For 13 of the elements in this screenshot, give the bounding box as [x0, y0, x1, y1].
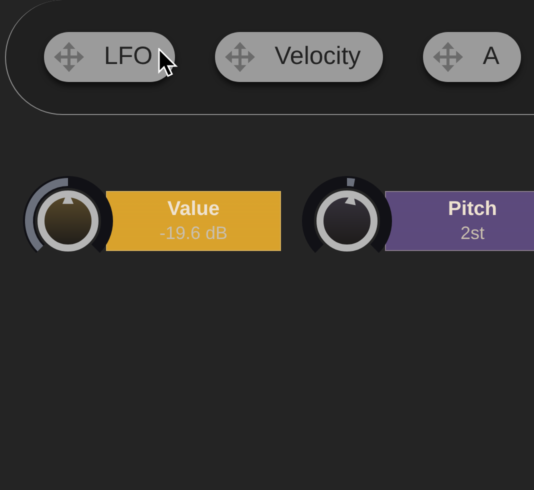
parameter-value: 2st — [460, 222, 484, 245]
modulator-chip[interactable]: Velocity — [214, 32, 383, 82]
move-icon — [432, 42, 463, 72]
knob-cap — [38, 190, 98, 252]
knob-cap — [316, 190, 378, 252]
move-icon — [54, 42, 84, 72]
modulator-chip[interactable]: A — [422, 32, 522, 82]
mouse-cursor-icon — [158, 48, 180, 78]
parameter-name: Pitch — [448, 197, 497, 222]
move-icon — [224, 42, 255, 72]
parameter-value: -19.6 dB — [159, 222, 228, 245]
parameter-name: Value — [167, 197, 220, 222]
modulator-chip[interactable]: LFO — [44, 32, 175, 82]
